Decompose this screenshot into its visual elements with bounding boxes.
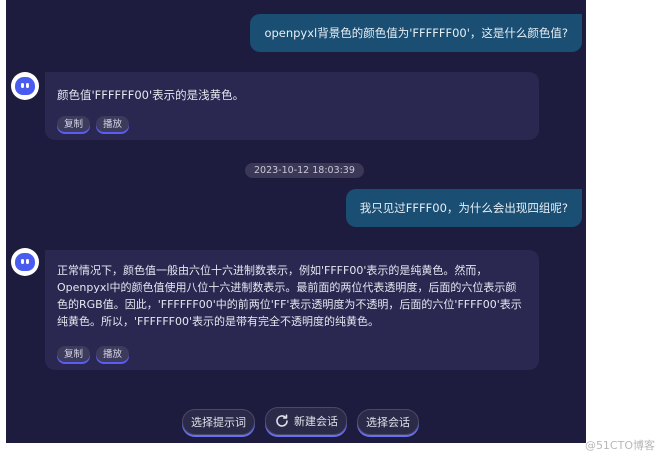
select-chat-button[interactable]: 选择会话 — [357, 409, 419, 435]
timestamp: 2023-10-12 18:03:39 — [245, 163, 364, 178]
new-chat-button[interactable]: 新建会话 — [265, 407, 347, 435]
bot-message-text: 颜色值'FFFFFF00'表示的是浅黄色。 — [57, 88, 245, 102]
play-button[interactable]: 播放 — [96, 116, 130, 132]
watermark: @51CTO博客 — [584, 439, 655, 452]
user-message-text: 我只见过FFFF00，为什么会出现四组呢? — [359, 201, 568, 215]
user-message: 我只见过FFFF00，为什么会出现四组呢? — [345, 189, 582, 227]
new-chat-label: 新建会话 — [294, 415, 338, 428]
bot-message-line: 色的RGB值。因此，'FFFFFF00'中的前两位'FF'表示透明度为不透明，后… — [57, 298, 522, 311]
refresh-icon — [274, 413, 290, 429]
bot-message: 正常情况下，颜色值一般由六位十六进制数表示，例如'FFFF00'表示的是纯黄色。… — [45, 250, 539, 370]
copy-button[interactable]: 复制 — [57, 346, 91, 362]
bot-message: 颜色值'FFFFFF00'表示的是浅黄色。 复制 播放 — [45, 72, 539, 140]
play-button[interactable]: 播放 — [96, 346, 130, 362]
bot-message-line: 正常情况下，颜色值一般由六位十六进制数表示，例如'FFFF00'表示的是纯黄色。… — [57, 264, 488, 277]
user-message-text: openpyxl背景色的颜色值为'FFFFFF00'，这是什么颜色值? — [264, 26, 568, 40]
message-actions: 复制 播放 — [57, 116, 130, 132]
user-message: openpyxl背景色的颜色值为'FFFFFF00'，这是什么颜色值? — [250, 14, 582, 52]
select-chat-label: 选择会话 — [366, 416, 410, 429]
message-actions: 复制 播放 — [57, 346, 130, 362]
bot-message-line: Openpyxl中的颜色值使用八位十六进制数表示。最前面的两位代表透明度，后面的… — [57, 281, 517, 294]
select-prompt-button[interactable]: 选择提示词 — [182, 409, 255, 435]
chat-panel: openpyxl背景色的颜色值为'FFFFFF00'，这是什么颜色值? 颜色值'… — [6, 0, 586, 443]
select-prompt-label: 选择提示词 — [191, 416, 246, 429]
bot-avatar — [11, 248, 39, 276]
bot-message-line: 纯黄色。所以，'FFFFFF00'表示的是带有完全不透明度的纯黄色。 — [57, 315, 380, 328]
copy-button[interactable]: 复制 — [57, 116, 91, 132]
bot-face-icon — [15, 253, 35, 271]
bot-face-icon — [15, 77, 35, 95]
bot-avatar — [11, 72, 39, 100]
